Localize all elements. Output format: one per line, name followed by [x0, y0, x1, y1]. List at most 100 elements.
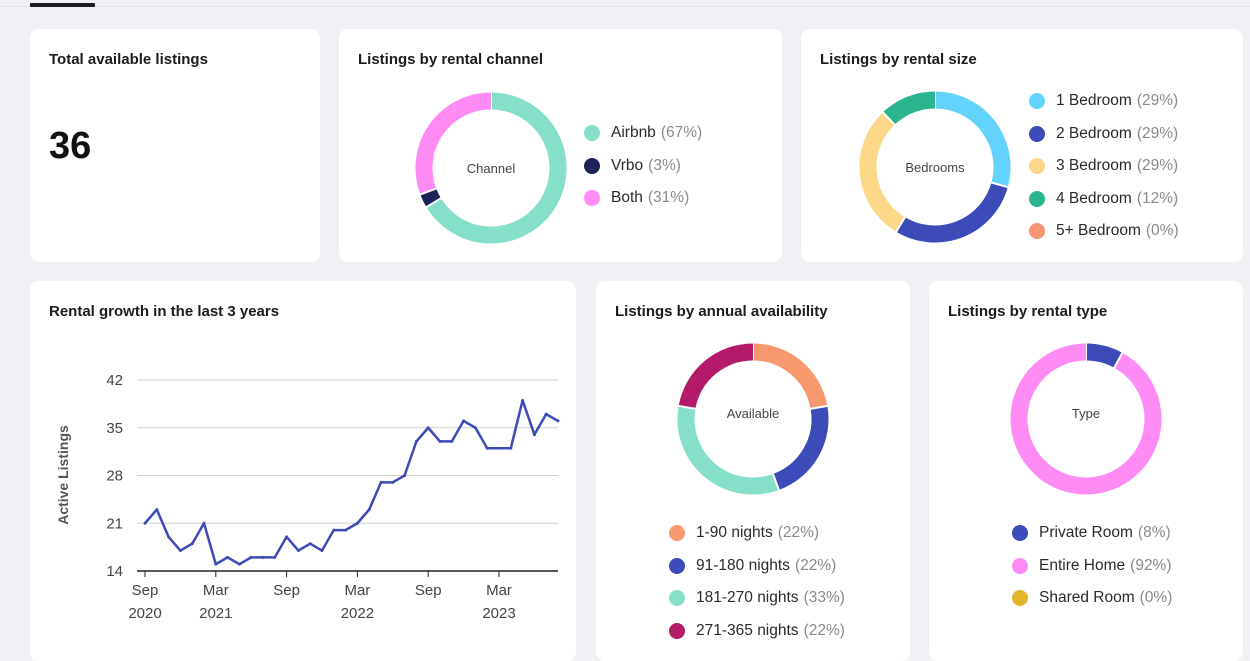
data-point[interactable] — [226, 555, 230, 559]
legend-item-181-270-nights[interactable]: 181-270 nights (33%) — [669, 582, 845, 615]
top-tab-bar — [0, 0, 1250, 7]
size-legend: 1 Bedroom (29%) 2 Bedroom (29%) 3 Bedroom (29… — [1029, 85, 1179, 248]
data-point[interactable] — [190, 542, 194, 546]
data-point[interactable] — [509, 446, 513, 450]
y-tick-label: 14 — [106, 563, 123, 580]
data-point[interactable] — [521, 398, 525, 402]
data-point[interactable] — [308, 542, 312, 546]
size-card: Listings by rental size Bedrooms 1 Bedro… — [801, 29, 1243, 262]
channel-donut: Channel — [415, 91, 567, 244]
type-legend: Private Room (8%) Entire Home (92%) Shared R… — [1012, 517, 1172, 615]
legend-label: 3 Bedroom — [1056, 157, 1132, 175]
data-point[interactable] — [332, 528, 336, 532]
type-title: Listings by rental type — [948, 303, 1108, 320]
data-point[interactable] — [532, 433, 536, 437]
data-point[interactable] — [485, 446, 489, 450]
legend-label: 2 Bedroom — [1056, 124, 1132, 142]
data-point[interactable] — [462, 419, 466, 423]
data-point[interactable] — [556, 419, 560, 423]
donut-slice-2-bedroom[interactable] — [896, 182, 1008, 243]
legend-item-271-365-nights[interactable]: 271-365 nights (22%) — [669, 615, 845, 648]
donut-slice-both[interactable] — [415, 92, 492, 195]
legend-swatch — [1029, 190, 1045, 207]
data-point[interactable] — [273, 555, 277, 559]
data-point[interactable] — [544, 412, 548, 416]
active-listings-line[interactable] — [144, 399, 559, 566]
legend-item-2-bedroom[interactable]: 2 Bedroom (29%) — [1029, 118, 1179, 151]
donut-slice-vrbo[interactable] — [420, 188, 442, 208]
data-point[interactable] — [202, 521, 206, 525]
legend-percent: (29%) — [1136, 124, 1179, 142]
x-tick-year-label: 2023 — [482, 605, 515, 622]
donut-slice-4-bedroom[interactable] — [882, 91, 936, 125]
data-point[interactable] — [261, 555, 265, 559]
type-center-label: Type — [1072, 406, 1100, 421]
legend-swatch — [584, 125, 600, 142]
legend-item-91-180-nights[interactable]: 91-180 nights (22%) — [669, 550, 845, 583]
data-point[interactable] — [391, 480, 395, 484]
legend-percent: (33%) — [803, 589, 845, 607]
data-point[interactable] — [367, 508, 371, 512]
legend-item-private-room[interactable]: Private Room (8%) — [1012, 517, 1172, 550]
donut-slice-3-bedroom[interactable] — [859, 112, 906, 232]
data-point[interactable] — [155, 508, 159, 512]
data-point[interactable] — [285, 535, 289, 539]
legend-item-4-bedroom[interactable]: 4 Bedroom (12%) — [1029, 183, 1179, 216]
legend-swatch — [584, 190, 600, 207]
donut-slice-91-180-nights[interactable] — [772, 405, 829, 490]
x-tick-label: Mar — [486, 582, 512, 599]
data-point[interactable] — [414, 439, 418, 443]
data-point[interactable] — [438, 439, 442, 443]
legend-percent: (29%) — [1136, 157, 1179, 175]
channel-center-label: Channel — [467, 161, 516, 176]
legend-percent: (29%) — [1136, 92, 1179, 110]
data-point[interactable] — [450, 439, 454, 443]
data-point[interactable] — [320, 549, 324, 553]
legend-swatch — [669, 590, 685, 607]
data-point[interactable] — [237, 562, 241, 566]
x-tick-label: Mar — [203, 582, 229, 599]
legend-label: 4 Bedroom — [1056, 189, 1132, 207]
data-point[interactable] — [473, 426, 477, 430]
data-point[interactable] — [143, 521, 147, 525]
x-tick-label: Sep — [132, 582, 159, 599]
legend-swatch — [669, 557, 685, 574]
legend-item-1-bedroom[interactable]: 1 Bedroom (29%) — [1029, 85, 1179, 118]
legend-swatch — [584, 157, 600, 174]
y-tick-label: 28 — [106, 468, 123, 485]
legend-item-entire-home[interactable]: Entire Home (92%) — [1012, 550, 1172, 583]
legend-label: Vrbo — [611, 156, 644, 174]
legend-label: Airbnb — [611, 124, 656, 142]
legend-percent: (92%) — [1130, 556, 1172, 574]
data-point[interactable] — [379, 480, 383, 484]
donut-slice-1-90-nights[interactable] — [752, 343, 828, 410]
data-point[interactable] — [426, 426, 430, 430]
y-tick-label: 42 — [106, 372, 123, 389]
legend-item-both[interactable]: Both (31%) — [584, 182, 702, 215]
growth-line-chart: 14 21 28 35 42 Sep 2020 Mar 2021 Sep Mar 2022 Sep Ma… — [55, 372, 560, 622]
data-point[interactable] — [497, 446, 501, 450]
size-center-label: Bedrooms — [905, 160, 965, 175]
data-point[interactable] — [355, 521, 359, 525]
donut-slice-271-365-nights[interactable] — [678, 343, 754, 410]
data-point[interactable] — [344, 528, 348, 532]
total-listings-card: Total available listings 36 — [30, 29, 320, 262]
availability-card: Listings by annual availability Availabl… — [596, 281, 910, 661]
data-point[interactable] — [167, 535, 171, 539]
legend-item-shared-room[interactable]: Shared Room (0%) — [1012, 582, 1172, 615]
legend-item-1-90-nights[interactable]: 1-90 nights (22%) — [669, 517, 845, 550]
data-point[interactable] — [214, 562, 218, 566]
data-point[interactable] — [403, 474, 407, 477]
legend-swatch — [669, 525, 685, 542]
legend-item-vrbo[interactable]: Vrbo (3%) — [584, 150, 702, 183]
availability-center-label: Available — [727, 406, 780, 421]
data-point[interactable] — [296, 549, 300, 553]
legend-swatch — [1029, 223, 1045, 240]
legend-item-airbnb[interactable]: Airbnb (67%) — [584, 117, 702, 150]
legend-item-3-bedroom[interactable]: 3 Bedroom (29%) — [1029, 150, 1179, 183]
legend-item-5-bedroom[interactable]: 5+ Bedroom (0%) — [1029, 215, 1179, 248]
x-tick-year-label: 2022 — [341, 605, 374, 622]
data-point[interactable] — [249, 555, 253, 559]
data-point[interactable] — [178, 549, 182, 553]
donut-slice-private-room[interactable] — [1085, 343, 1123, 368]
